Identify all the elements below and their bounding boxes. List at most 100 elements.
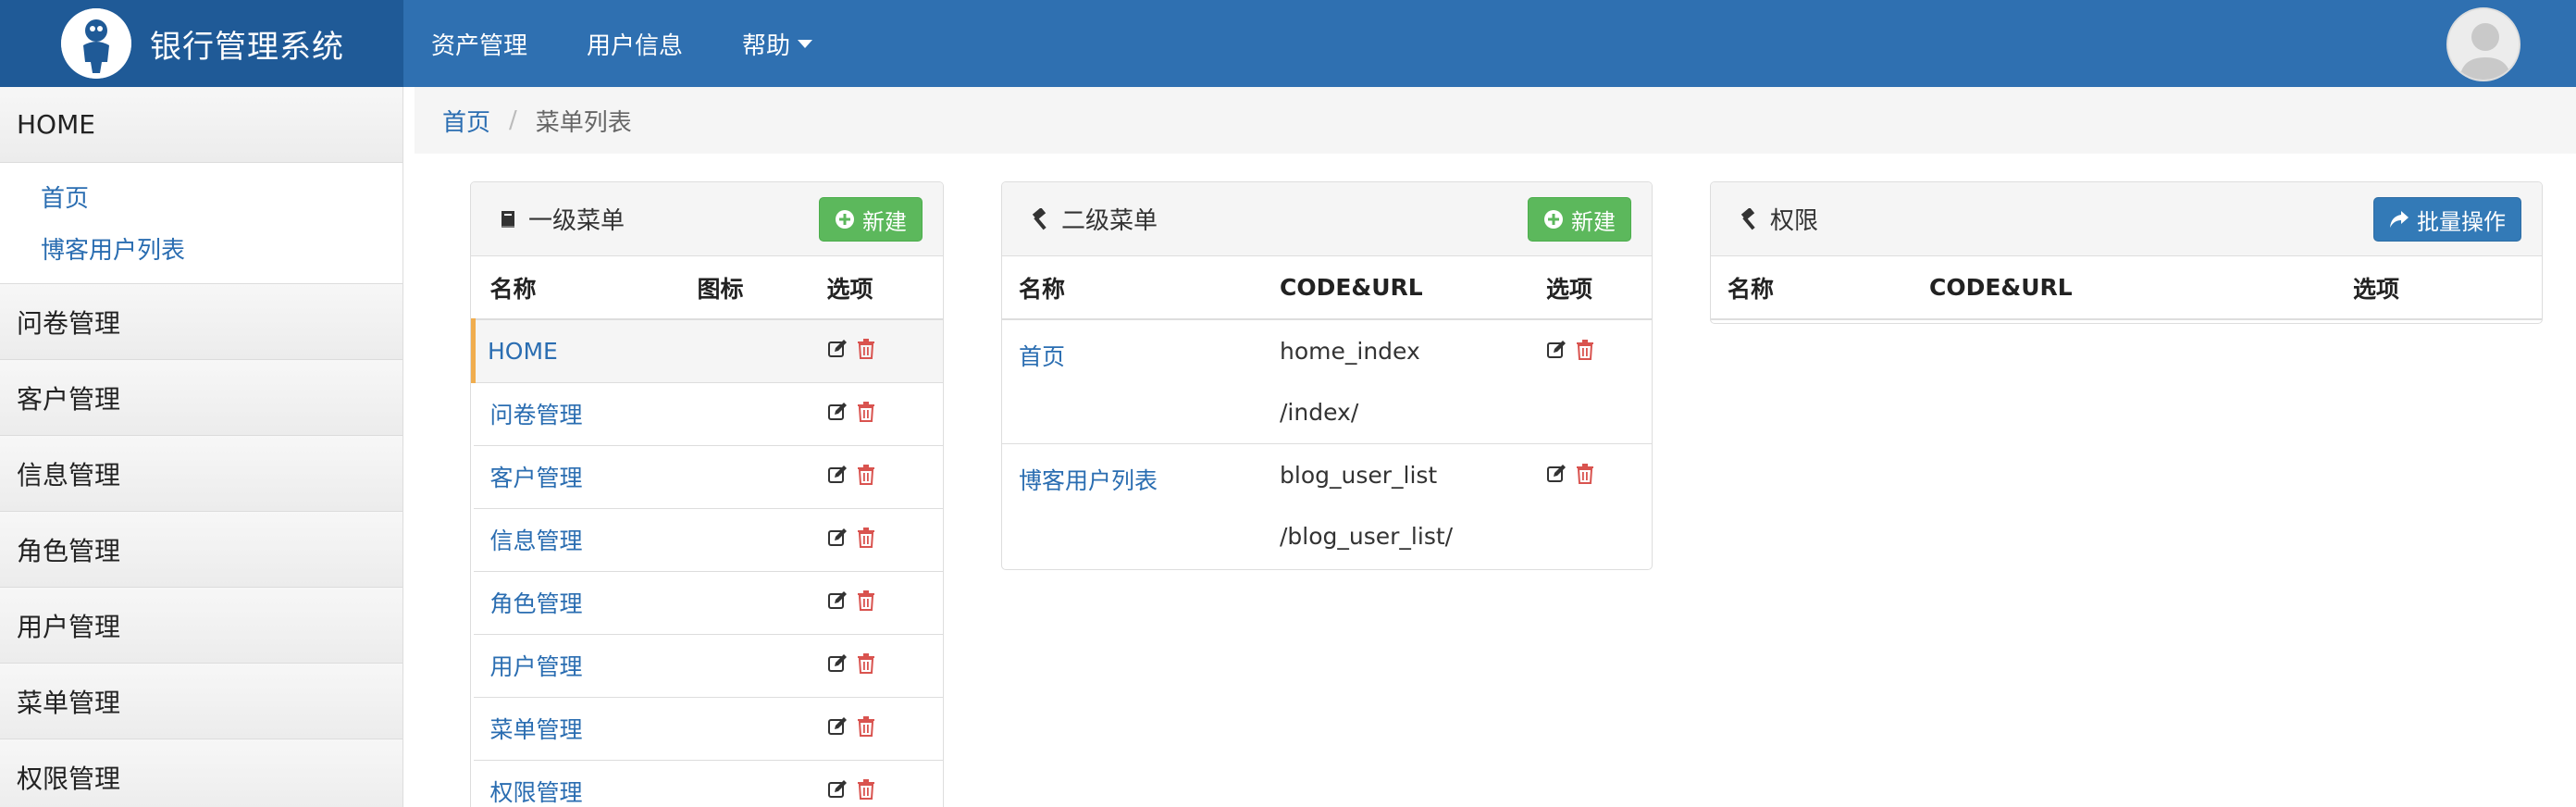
book-icon [497, 208, 519, 230]
breadcrumb: 首页 / 菜单列表 [415, 87, 2576, 154]
main-content: 首页 / 菜单列表 一级菜单 新建 名称 图标 选项 HOME 问卷管理 客户管… [415, 87, 2576, 807]
trash-icon[interactable] [857, 778, 875, 800]
menu-name-link[interactable]: HOME [488, 338, 558, 365]
table-row[interactable]: 客户管理 [473, 444, 943, 508]
brand[interactable]: 银行管理系统 [0, 0, 403, 87]
submenu-code: home_index [1280, 338, 1420, 365]
trash-icon[interactable] [857, 527, 875, 548]
trash-icon[interactable] [857, 338, 875, 359]
panel-heading: 二级菜单 新建 [1002, 182, 1652, 256]
sidebar-group-questionnaire[interactable]: 问卷管理 [0, 284, 402, 360]
nav-link-assets[interactable]: 资产管理 [431, 27, 527, 61]
plus-circle-icon [1543, 209, 1564, 230]
new-menu2-button[interactable]: 新建 [1528, 197, 1631, 242]
sidebar-group-permission[interactable]: 权限管理 [0, 739, 402, 807]
row-actions [827, 715, 875, 737]
submenu-url: /blog_user_list/ [1280, 522, 1454, 550]
new-menu1-button[interactable]: 新建 [819, 197, 923, 242]
panel-menu-level2: 二级菜单 新建 名称 CODE&URL 选项 首页 home_index /in… [1001, 181, 1653, 570]
row-actions [827, 464, 875, 485]
edit-icon[interactable] [827, 528, 848, 548]
menu2-table: 名称 CODE&URL 选项 首页 home_index /index/ 博客用… [1002, 256, 1652, 567]
menu-name-link[interactable]: 信息管理 [490, 528, 583, 554]
panel-permission: 权限 批量操作 名称 CODE&URL 选项 [1710, 181, 2543, 324]
trash-icon[interactable] [857, 590, 875, 611]
table-row[interactable]: 菜单管理 [473, 696, 943, 760]
trash-icon[interactable] [857, 401, 875, 422]
menu-name-link[interactable]: 客户管理 [490, 465, 583, 491]
row-actions [827, 401, 875, 422]
panel-heading: 一级菜单 新建 [471, 182, 943, 256]
nav-link-help-dropdown[interactable]: 帮助 [742, 27, 813, 61]
nav-link-label: 帮助 [742, 31, 791, 60]
sidebar-group-role[interactable]: 角色管理 [0, 512, 402, 588]
caret-down-icon [798, 39, 813, 48]
edit-icon[interactable] [827, 653, 848, 674]
nav-links: 资产管理 用户信息 帮助 [403, 0, 844, 87]
table-row[interactable]: 用户管理 [473, 633, 943, 697]
sidebar-item-index[interactable]: 首页 [0, 170, 402, 222]
sidebar-group-label: 客户管理 [17, 383, 121, 415]
trash-icon[interactable] [857, 464, 875, 485]
breadcrumb-home-link[interactable]: 首页 [442, 104, 490, 138]
edit-icon[interactable] [827, 779, 848, 800]
row-actions [827, 652, 875, 674]
trash-icon[interactable] [857, 652, 875, 674]
edit-icon[interactable] [827, 465, 848, 485]
row-actions [827, 778, 875, 800]
table-row[interactable]: 信息管理 [473, 507, 943, 571]
row-actions [1546, 463, 1594, 484]
trash-icon[interactable] [857, 715, 875, 737]
nav-link-label: 用户信息 [587, 31, 684, 60]
panel-title: 权限 [1770, 207, 1819, 235]
trash-icon[interactable] [1576, 463, 1594, 484]
breadcrumb-separator: / [509, 106, 517, 134]
menu-name-link[interactable]: 问卷管理 [490, 402, 583, 428]
submenu-name-link[interactable]: 博客用户列表 [1019, 467, 1158, 494]
column-header: 选项 [2336, 256, 2542, 320]
row-actions [827, 338, 875, 359]
top-navbar: 银行管理系统 资产管理 用户信息 帮助 [0, 0, 2576, 87]
breadcrumb-current: 菜单列表 [535, 108, 632, 137]
sidebar-group-label: 菜单管理 [17, 687, 121, 718]
sidebar-group-customer[interactable]: 客户管理 [0, 360, 402, 436]
edit-icon[interactable] [1546, 340, 1567, 360]
table-row[interactable]: 权限管理 [473, 759, 943, 807]
table-row[interactable]: 问卷管理 [473, 381, 943, 445]
menu-name-link[interactable]: 权限管理 [490, 779, 583, 806]
column-header: 名称 [1002, 256, 1263, 320]
edit-icon[interactable] [827, 339, 848, 359]
nav-link-user-info[interactable]: 用户信息 [587, 27, 683, 61]
column-header: 图标 [680, 256, 811, 320]
column-header: 选项 [1530, 256, 1652, 320]
trash-icon[interactable] [1576, 340, 1594, 360]
table-row[interactable]: 角色管理 [473, 570, 943, 634]
sidebar-group-menu[interactable]: 菜单管理 [0, 664, 402, 739]
permission-table: 名称 CODE&URL 选项 [1711, 256, 2542, 320]
edit-icon[interactable] [827, 402, 848, 422]
user-avatar-icon[interactable] [2446, 7, 2520, 81]
sidebar-group-info[interactable]: 信息管理 [0, 436, 402, 512]
menu1-table: 名称 图标 选项 HOME 问卷管理 客户管理 信息管理 角色管理 用户管理 菜… [471, 256, 943, 807]
sidebar-group-label: 信息管理 [17, 459, 121, 490]
edit-icon[interactable] [827, 590, 848, 611]
table-row[interactable]: 博客用户列表 blog_user_list /blog_user_list/ [1002, 442, 1652, 567]
sidebar-item-blog-user-list[interactable]: 博客用户列表 [0, 222, 402, 274]
menu-icon-cell [680, 444, 811, 508]
menu-name-link[interactable]: 角色管理 [490, 590, 583, 617]
nav-link-label: 资产管理 [431, 31, 528, 60]
sidebar-group-label: 问卷管理 [17, 307, 121, 339]
submenu-name-link[interactable]: 首页 [1019, 343, 1065, 370]
brand-title: 银行管理系统 [150, 28, 344, 66]
menu-name-link[interactable]: 菜单管理 [490, 716, 583, 743]
table-row[interactable]: 首页 home_index /index/ [1002, 318, 1652, 443]
sidebar-group-user[interactable]: 用户管理 [0, 588, 402, 664]
batch-operation-button[interactable]: 批量操作 [2373, 197, 2521, 242]
sidebar-submenu-home: 首页 博客用户列表 [0, 163, 402, 284]
table-row[interactable]: HOME [471, 318, 943, 382]
edit-icon[interactable] [1546, 464, 1567, 484]
button-label: 新建 [862, 208, 907, 235]
menu-name-link[interactable]: 用户管理 [490, 653, 583, 680]
edit-icon[interactable] [827, 716, 848, 737]
sidebar-group-home[interactable]: HOME [0, 87, 402, 163]
